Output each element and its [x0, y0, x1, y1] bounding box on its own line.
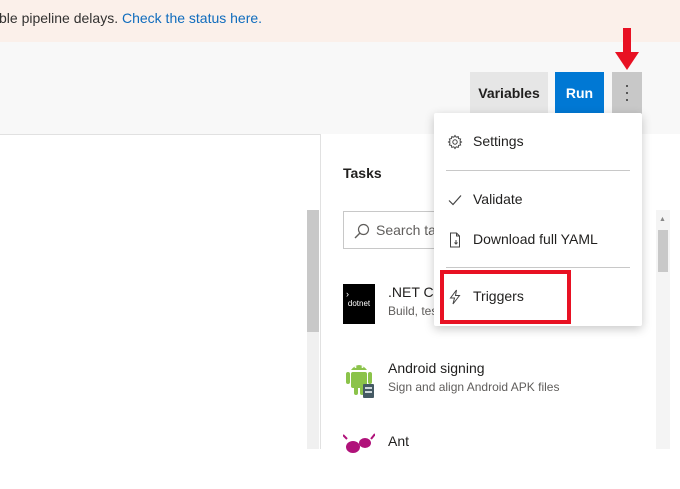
more-actions-button[interactable] [612, 72, 642, 114]
dotnet-icon-label: dotnet [347, 299, 371, 308]
menu-item-settings[interactable]: Settings [434, 125, 642, 159]
ellipsis-vertical-icon [626, 85, 628, 101]
menu-divider [446, 267, 630, 268]
tasks-title: Tasks [343, 165, 382, 181]
task-item-ant[interactable]: Ant [343, 433, 643, 489]
task-item-android-signing[interactable]: Android signing Sign and align Android A… [343, 360, 643, 416]
task-search-input[interactable] [376, 221, 442, 239]
menu-item-download-yaml[interactable]: Download full YAML [434, 223, 642, 257]
editor-scrollbar[interactable] [307, 210, 319, 449]
android-icon [346, 365, 374, 398]
ant-icon [343, 433, 375, 453]
menu-item-label: Settings [473, 133, 524, 149]
run-button[interactable]: Run [555, 72, 604, 114]
more-actions-menu: Settings Validate Download full YAML Tri… [434, 113, 642, 326]
task-name: Android signing [388, 360, 485, 376]
menu-item-label: Triggers [473, 288, 524, 304]
dotnet-icon: › dotnet [343, 284, 375, 324]
tasks-scrollbar[interactable]: ▲ [656, 210, 670, 449]
red-arrow-annotation [615, 28, 639, 70]
status-link[interactable]: Check the status here. [122, 10, 262, 26]
gear-icon [447, 134, 463, 150]
menu-item-triggers[interactable]: Triggers [434, 280, 642, 314]
menu-item-validate[interactable]: Validate [434, 183, 642, 217]
task-description: Sign and align Android APK files [388, 380, 560, 394]
download-file-icon [450, 232, 460, 248]
variables-button[interactable]: Variables [470, 72, 548, 114]
status-banner: ble pipeline delays. Check the status he… [0, 0, 680, 42]
checkmark-icon [448, 195, 462, 206]
menu-divider [446, 170, 630, 171]
scroll-up-icon[interactable]: ▲ [659, 216, 666, 223]
tasks-scrollbar-thumb[interactable] [658, 230, 668, 272]
menu-item-label: Validate [473, 191, 523, 207]
search-icon [354, 223, 370, 239]
lightning-icon [449, 289, 461, 305]
task-description: Build, test [388, 304, 441, 318]
banner-text: ble pipeline delays. [0, 10, 119, 26]
task-name: Ant [388, 433, 410, 449]
task-search-box[interactable] [343, 211, 443, 249]
editor-scrollbar-thumb[interactable] [307, 210, 319, 332]
menu-item-label: Download full YAML [473, 231, 598, 247]
